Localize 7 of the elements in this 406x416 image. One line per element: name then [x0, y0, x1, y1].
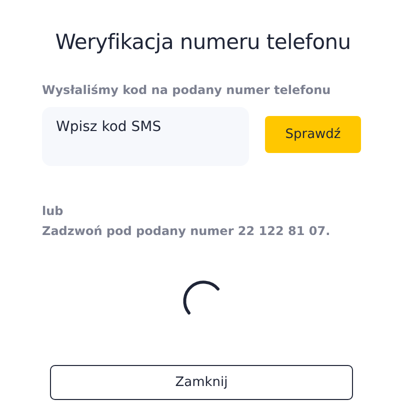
close-button[interactable]: Zamknij — [50, 365, 353, 400]
field-label: Wysłaliśmy kod na podany numer telefonu — [42, 82, 332, 100]
code-input-field[interactable]: Wpisz kod SMS — [42, 107, 249, 166]
dialog-title: Weryfikacja numeru telefonu — [54, 30, 352, 56]
check-button[interactable]: Sprawdź — [265, 116, 361, 154]
info-text: lub — [42, 203, 64, 220]
info-text: Zadzwoń pod podany numer 22 122 81 07. — [42, 223, 332, 240]
